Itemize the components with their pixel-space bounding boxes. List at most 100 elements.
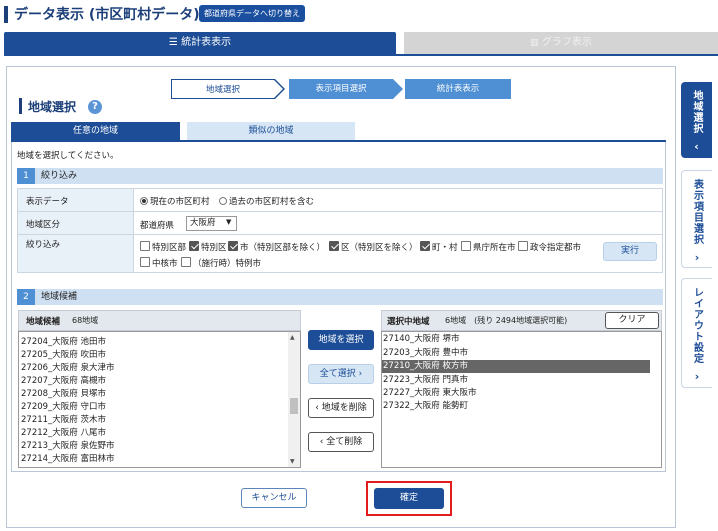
- list-item[interactable]: 27140_大阪府 堺市: [382, 333, 650, 346]
- list-item[interactable]: 27211_大阪府 茨木市: [21, 413, 106, 425]
- prefecture-prefix: 都道府県: [140, 221, 175, 231]
- checkbox-label: 町・村: [432, 243, 458, 253]
- checkbox-label: 特別区: [201, 243, 227, 253]
- checkbox-label: 特別区部: [152, 243, 187, 253]
- region-type-label: 地域区分: [26, 220, 61, 230]
- chevron-left-icon: ‹: [315, 403, 319, 413]
- checkbox-label: 政令指定都市: [530, 243, 582, 253]
- list-item[interactable]: 27203_大阪府 豊中市: [382, 347, 650, 360]
- radio-current[interactable]: [140, 197, 148, 205]
- list-item[interactable]: 27207_大阪府 高槻市: [21, 374, 106, 386]
- chevron-right-icon: ›: [358, 369, 363, 379]
- clear-button[interactable]: クリア: [605, 312, 659, 329]
- sidebar-item-layout[interactable]: レイアウト設定 ›: [681, 278, 712, 388]
- list-item[interactable]: 27206_大阪府 泉大津市: [21, 361, 115, 373]
- selected-title: 選択中地域: [387, 317, 430, 327]
- section-label: 絞り込み: [41, 171, 78, 181]
- checkbox-town-village[interactable]: [420, 241, 430, 251]
- title-accent-bar: [4, 6, 8, 23]
- candidates-list[interactable]: 27204_大阪府 池田市 27205_大阪府 吹田市 27206_大阪府 泉大…: [18, 331, 301, 468]
- select-all-label: 全て選択: [319, 369, 356, 379]
- list-item[interactable]: 27223_大阪府 門真市: [382, 374, 650, 387]
- select-region-button[interactable]: 地域を選択: [308, 330, 374, 350]
- list-item[interactable]: 27212_大阪府 八尾市: [21, 426, 106, 438]
- list-item[interactable]: 27205_大阪府 吹田市: [21, 348, 106, 360]
- tab-underline: [4, 54, 718, 56]
- sidebar-label: 表示項目選択: [691, 179, 703, 245]
- section-candidates-header: 2 地域候補: [17, 289, 663, 305]
- row-divider: [18, 234, 663, 235]
- checkbox-designated-city[interactable]: [518, 241, 528, 251]
- step-arrow: [393, 79, 403, 99]
- list-item[interactable]: 27208_大阪府 貝塚市: [21, 387, 106, 399]
- checkbox-core-city[interactable]: [140, 257, 150, 267]
- row-divider: [18, 211, 663, 212]
- chevron-down-icon: ▼: [226, 218, 232, 226]
- list-item[interactable]: 27322_大阪府 能勢町: [382, 400, 650, 413]
- list-item-selected[interactable]: 27210_大阪府 枚方市: [382, 360, 650, 373]
- scrollbar-thumb[interactable]: [290, 398, 298, 414]
- remove-region-button[interactable]: ‹ 地域を削除: [308, 398, 374, 418]
- checkbox-label: 中核市: [152, 259, 178, 269]
- list-item[interactable]: 27227_大阪府 東大阪市: [382, 387, 650, 400]
- section-number: 1: [17, 168, 35, 184]
- col-divider: [133, 189, 134, 272]
- list-icon: ☰: [168, 37, 178, 48]
- candidates-title: 地域候補: [26, 317, 61, 327]
- remove-region-label: 地域を削除: [321, 403, 367, 413]
- tab-stats-label: 統計表表示: [181, 37, 232, 48]
- sidebar-label: レイアウト設定: [691, 287, 703, 364]
- checkbox-special-ward[interactable]: [189, 241, 199, 251]
- tab-graph[interactable]: ▥ グラフ表示: [404, 32, 718, 54]
- sidebar-item-region[interactable]: 地域選択 ‹: [681, 82, 712, 158]
- help-icon[interactable]: ?: [88, 100, 102, 114]
- confirm-button[interactable]: 確定: [374, 488, 444, 509]
- prefecture-select-value: 大阪府: [190, 218, 216, 228]
- instruction-text: 地域を選択してください。: [17, 151, 119, 161]
- tab-stats-table[interactable]: ☰ 統計表表示: [4, 32, 396, 54]
- list-item[interactable]: 27209_大阪府 守口市: [21, 400, 106, 412]
- list-item[interactable]: 27213_大阪府 泉佐野市: [21, 439, 115, 451]
- run-button[interactable]: 実行: [603, 242, 657, 261]
- checkbox-ward[interactable]: [329, 241, 339, 251]
- select-all-button[interactable]: 全て選択 ›: [308, 364, 374, 384]
- checkbox-capital-city[interactable]: [461, 241, 471, 251]
- bar-chart-icon: ▥: [530, 38, 539, 48]
- list-item[interactable]: 27214_大阪府 富田林市: [21, 452, 115, 464]
- radio-current-label: 現在の市区町村: [150, 197, 210, 207]
- tab-any-region[interactable]: 任意の地域: [11, 122, 180, 140]
- heading-accent-bar: [19, 98, 22, 114]
- sidebar-item-display-items[interactable]: 表示項目選択 ›: [681, 170, 712, 268]
- checkbox-special-ward-area[interactable]: [140, 241, 150, 251]
- page-title: データ表示 (市区町村データ): [14, 7, 200, 23]
- remove-all-button[interactable]: ‹ 全て削除: [308, 432, 374, 452]
- tab-similar-region[interactable]: 類似の地域: [187, 122, 355, 140]
- section-filter-header: 1 絞り込み: [17, 168, 663, 184]
- checkbox-label: 県庁所在市: [473, 243, 516, 253]
- checkbox-label: 市（特別区部を除く）: [240, 243, 326, 253]
- checkbox-city[interactable]: [228, 241, 238, 251]
- tab-graph-label: グラフ表示: [541, 37, 592, 48]
- selected-count: 6地域 (残り 2494地域選択可能): [445, 316, 568, 325]
- filter-label: 絞り込み: [26, 240, 61, 250]
- cancel-button[interactable]: キャンセル: [241, 488, 307, 508]
- list-item[interactable]: 27204_大阪府 池田市: [21, 335, 106, 347]
- checkbox-label: 区（特別区を除く）: [341, 243, 418, 253]
- display-data-label: 表示データ: [26, 197, 69, 207]
- chevron-left-icon: ‹: [694, 140, 699, 153]
- remove-all-label: 全て削除: [326, 437, 363, 447]
- scroll-down-icon[interactable]: ▼: [290, 458, 295, 465]
- section-number: 2: [17, 289, 35, 305]
- scroll-up-icon[interactable]: ▲: [290, 334, 295, 341]
- sidebar-label: 地域選択: [691, 90, 702, 134]
- section-heading: 地域選択: [28, 100, 77, 114]
- chevron-right-icon: ›: [694, 370, 700, 383]
- radio-past[interactable]: [219, 197, 227, 205]
- checkbox-special-city[interactable]: [181, 257, 191, 267]
- section-label: 地域候補: [41, 292, 78, 302]
- step-region-select: 地域選択: [171, 79, 275, 99]
- switch-prefecture-button[interactable]: 都道府県データへ切り替え: [199, 5, 305, 22]
- step-item-select: 表示項目選択: [289, 79, 393, 99]
- candidates-header: [18, 310, 301, 331]
- radio-past-label: 過去の市区町村を含む: [229, 197, 315, 207]
